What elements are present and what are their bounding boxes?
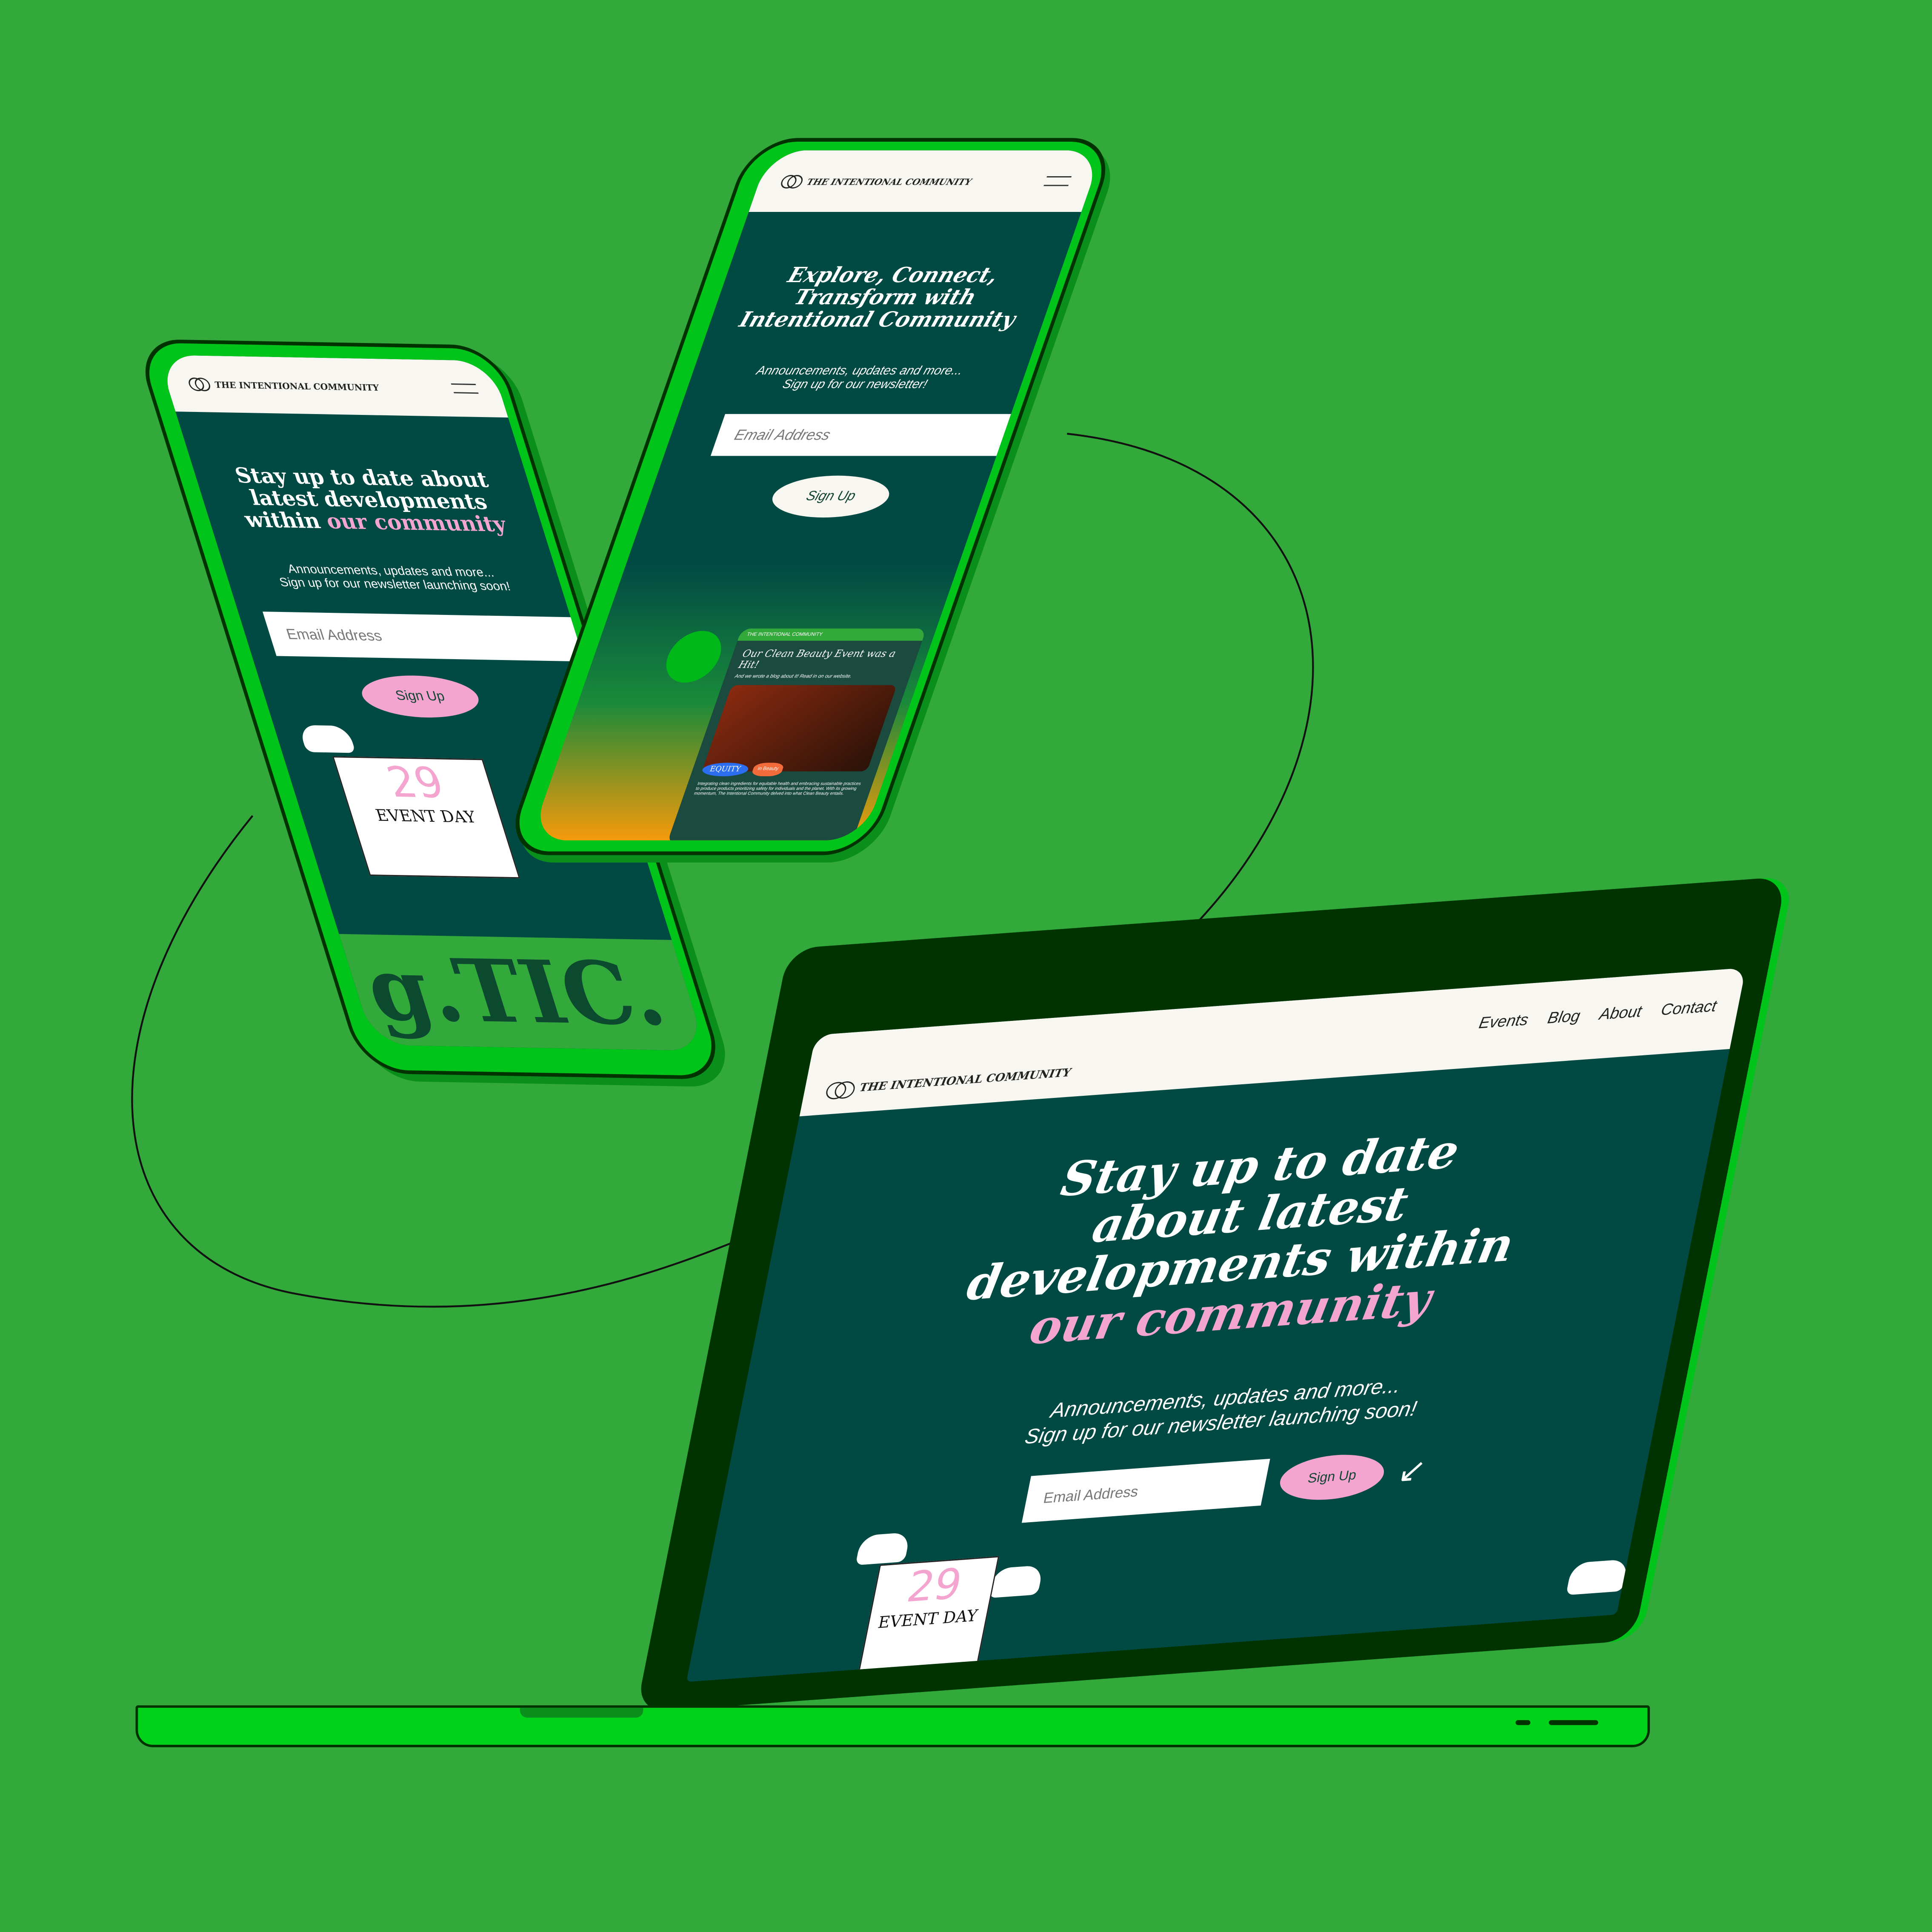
laptop-headline: Stay up to date about latest development… [963,1123,1519,1355]
nav-contact[interactable]: Contact [1660,996,1718,1019]
signup-button[interactable]: Sign Up [1276,1451,1389,1503]
logo[interactable]: THE INTENTIONAL COMMUNITY [824,1065,1072,1100]
hamburger-menu-icon[interactable] [451,383,479,394]
calendar-label: EVENT DAY [374,807,479,828]
port-icon [1549,1720,1598,1725]
calendar-day: 29 [903,1560,966,1613]
nav-about[interactable]: About [1598,1002,1643,1023]
logo[interactable]: THE INTENTIONAL COMMUNITY [779,175,974,189]
arrow-icon: ↙ [1395,1451,1429,1490]
card-brand: THE INTENTIONAL COMMUNITY [737,628,927,641]
card-body: Integrating clean ingredients for equita… [693,781,862,796]
left-headline: Stay up to date about latest development… [232,464,510,537]
left-subtext: Announcements, updates and more... Sign u… [277,562,512,594]
headline-highlight: our community [323,509,510,537]
main-nav: Events Blog About Contact [1478,996,1718,1032]
brand-name: THE INTENTIONAL COMMUNITY [805,175,974,187]
left-phone-header: THE INTENTIONAL COMMUNITY [157,354,509,418]
beauty-badge: in Beauty [750,763,786,777]
equity-badge: EQUITY [700,763,750,777]
brand-name: THE INTENTIONAL COMMUNITY [858,1067,1072,1095]
hamburger-menu-icon[interactable] [1043,176,1072,186]
mockup-stage: THE INTENTIONAL COMMUNITY Stay up to dat… [0,0,1932,1932]
cloud-icon [1566,1559,1629,1595]
center-headline: Explore, Connect, Transform with Intenti… [736,263,1019,332]
card-title: Our Clean Beauty Event was a Hit! [737,648,897,671]
email-input[interactable]: Email Address [262,611,589,661]
center-phone-header: THE INTENTIONAL COMMUNITY [749,150,1103,212]
rings-logo-icon [824,1080,857,1100]
marquee-text: g.TIC. [339,934,706,1051]
card-subtitle: And we wrote a blog about it! Read in on… [734,672,853,679]
trackpad-notch [520,1708,643,1718]
signup-button[interactable]: Sign Up [766,475,896,517]
center-subtext: Announcements, updates and more... Sign u… [755,364,965,392]
laptop-screen: THE INTENTIONAL COMMUNITY Events Blog Ab… [686,967,1746,1682]
calendar-illustration: 29 EVENT DAY [332,756,520,879]
rings-logo-icon [187,377,212,392]
event-photo [702,685,897,772]
planet-icon [659,631,729,683]
nav-events[interactable]: Events [1478,1010,1530,1032]
cloud-icon [988,1565,1044,1598]
brand-name: THE INTENTIONAL COMMUNITY [213,378,380,393]
port-icon [1515,1720,1531,1725]
email-input[interactable]: Email Address [1022,1458,1270,1523]
calendar-illustration: 29 EVENT DAY [857,1556,1000,1678]
signup-button[interactable]: Sign Up [355,674,485,718]
logo[interactable]: THE INTENTIONAL COMMUNITY [187,377,380,393]
rings-logo-icon [779,175,805,189]
calendar-day: 29 [381,758,450,809]
cloud-icon [298,725,356,753]
nav-blog[interactable]: Blog [1546,1006,1582,1027]
email-input[interactable]: Email Address [711,413,1012,455]
laptop-base [135,1705,1650,1747]
cloud-icon [855,1532,911,1566]
